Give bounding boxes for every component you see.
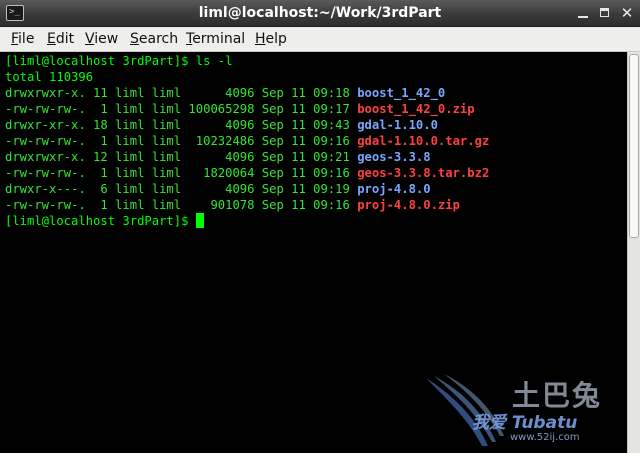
minimize-icon[interactable] [574, 4, 592, 22]
listing-row: -rw-rw-rw-. 1 liml liml 1820064 Sep 11 0… [5, 165, 489, 181]
listing-row: drwxrwxr-x. 12 liml liml 4096 Sep 11 09:… [5, 149, 431, 165]
listing-row: drwxrwxr-x. 11 liml liml 4096 Sep 11 09:… [5, 85, 445, 101]
window-title: liml@localhost:~/Work/3rdPart [198, 5, 442, 21]
maximize-icon[interactable] [596, 4, 614, 22]
listing-row: drwxr-x---. 6 liml liml 4096 Sep 11 09:1… [5, 181, 431, 197]
menu-help[interactable]: Help [255, 27, 287, 51]
terminal-window: >_ liml@localhost:~/Work/3rdPart ✕ File … [0, 0, 640, 453]
listing-meta: drwxrwxr-x. 11 liml liml 4096 Sep 11 09:… [5, 86, 358, 100]
total-line: total 110396 [5, 70, 94, 84]
text-cursor [195, 213, 204, 228]
listing-dir-name: gdal-1.10.0 [357, 118, 438, 132]
listing-meta: -rw-rw-rw-. 1 liml liml 100065298 Sep 11… [5, 102, 358, 116]
listing-meta: drwxrwxr-x. 12 liml liml 4096 Sep 11 09:… [5, 150, 358, 164]
listing-row: -rw-rw-rw-. 1 liml liml 100065298 Sep 11… [5, 101, 475, 117]
listing-meta: drwxr-xr-x. 18 liml liml 4096 Sep 11 09:… [5, 118, 358, 132]
menu-search[interactable]: Search [130, 27, 178, 51]
prompt-text: [liml@localhost 3rdPart]$ [5, 214, 196, 228]
listing-archive-name: proj-4.8.0.zip [357, 198, 460, 212]
menu-view[interactable]: View [85, 27, 118, 51]
listing-meta: drwxr-x---. 6 liml liml 4096 Sep 11 09:1… [5, 182, 358, 196]
listing-dir-name: boost_1_42_0 [357, 86, 446, 100]
listing-archive-name: geos-3.3.8.tar.bz2 [357, 166, 490, 180]
listing-meta: -rw-rw-rw-. 1 liml liml 1820064 Sep 11 0… [5, 166, 358, 180]
listing-meta: -rw-rw-rw-. 1 liml liml 10232486 Sep 11 … [5, 134, 358, 148]
listing-archive-name: boost_1_42_0.zip [357, 102, 475, 116]
prompt-line[interactable]: [liml@localhost 3rdPart]$ [5, 213, 204, 229]
menu-file[interactable]: File [11, 27, 34, 51]
command-line: [liml@localhost 3rdPart]$ ls -l [5, 54, 233, 68]
scrollbar-thumb[interactable] [629, 54, 639, 238]
vertical-scrollbar[interactable] [627, 52, 640, 453]
title-bar[interactable]: >_ liml@localhost:~/Work/3rdPart ✕ [0, 0, 640, 27]
menu-bar: File Edit View Search Terminal Help [0, 27, 640, 52]
listing-archive-name: gdal-1.10.0.tar.gz [357, 134, 490, 148]
listing-row: -rw-rw-rw-. 1 liml liml 10232486 Sep 11 … [5, 133, 489, 149]
listing-dir-name: proj-4.8.0 [357, 182, 431, 196]
listing-meta: -rw-rw-rw-. 1 liml liml 901078 Sep 11 09… [5, 198, 358, 212]
listing-dir-name: geos-3.3.8 [357, 150, 431, 164]
terminal-output[interactable]: [liml@localhost 3rdPart]$ ls -l total 11… [0, 52, 627, 453]
menu-edit[interactable]: Edit [47, 27, 74, 51]
listing-row: drwxr-xr-x. 18 liml liml 4096 Sep 11 09:… [5, 117, 438, 133]
listing-row: -rw-rw-rw-. 1 liml liml 901078 Sep 11 09… [5, 197, 460, 213]
menu-terminal[interactable]: Terminal [186, 27, 245, 51]
close-icon[interactable]: ✕ [618, 4, 636, 22]
